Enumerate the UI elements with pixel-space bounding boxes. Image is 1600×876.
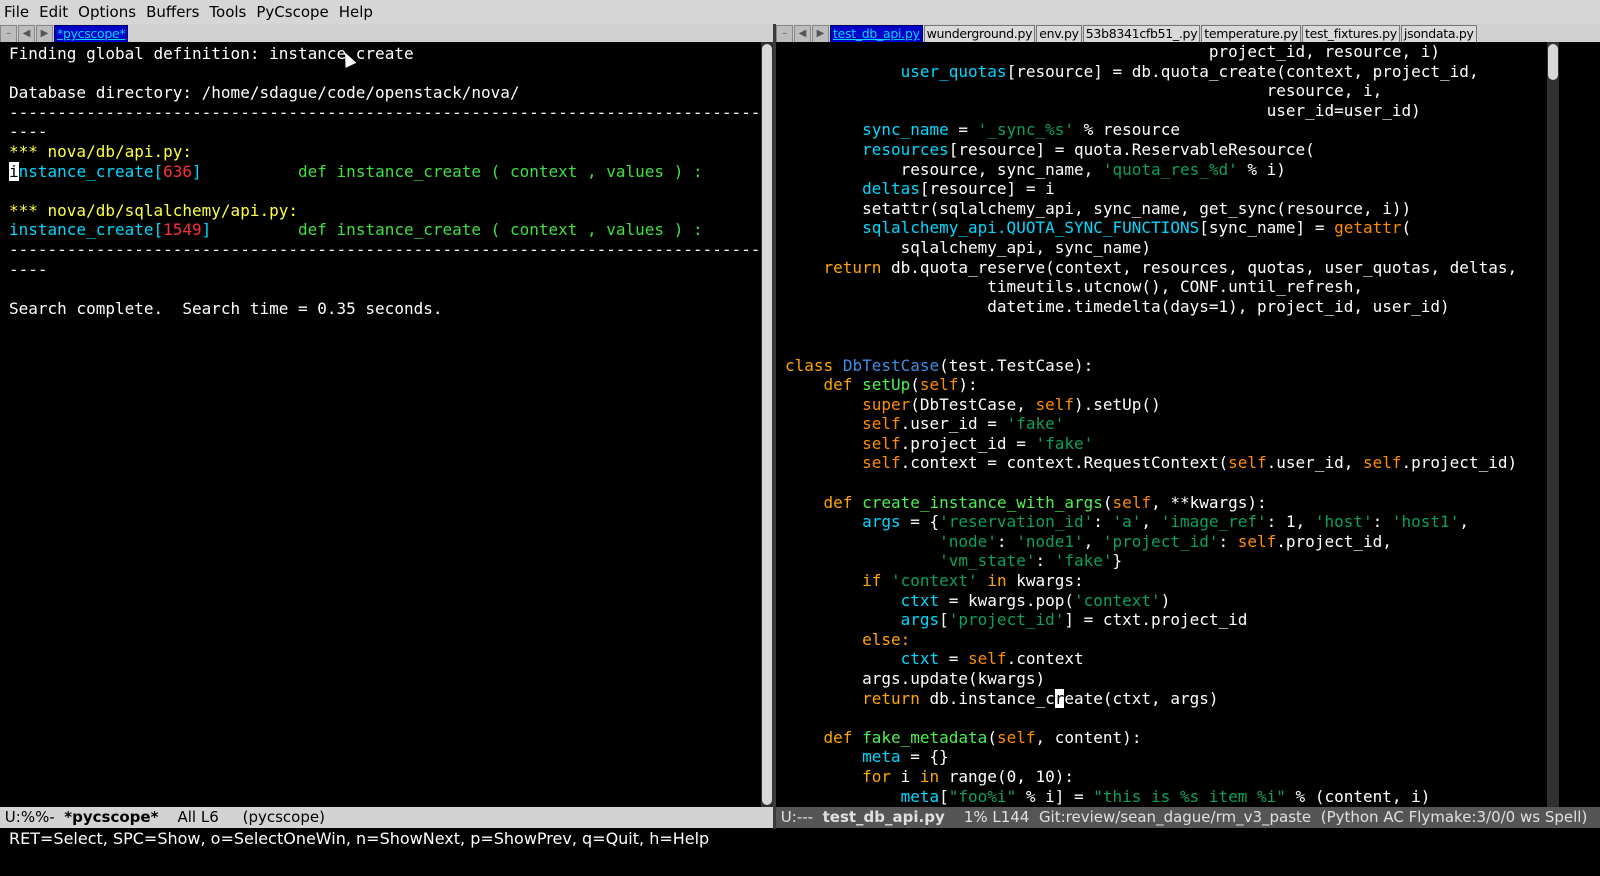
result-symbol: instance_create — [9, 220, 154, 240]
result-file-heading[interactable]: *** nova/db/api.py: — [9, 142, 192, 161]
tabbar-prev-icon[interactable]: ◀ — [18, 25, 35, 42]
left-scrollbar[interactable] — [761, 42, 773, 807]
echo-area: RET=Select, SPC=Show, o=SelectOneWin, n=… — [9, 829, 710, 848]
result-definition: def instance_create ( context , values )… — [298, 161, 703, 181]
buffer-name[interactable]: test_db_api.py — [823, 808, 945, 826]
menu-tools[interactable]: Tools — [204, 0, 251, 24]
tab-53b8341cfb51[interactable]: 53b8341cfb51_.py — [1082, 25, 1201, 42]
result-definition: def instance_create ( context , values )… — [298, 220, 703, 240]
tabbar-prev-icon[interactable]: ◀ — [794, 25, 811, 42]
menu-options[interactable]: Options — [73, 0, 141, 24]
tabbar-next-icon[interactable]: ▶ — [36, 25, 53, 42]
tab-temperature[interactable]: temperature.py — [1201, 25, 1301, 42]
tab-pycscope[interactable]: *pycscope* — [54, 25, 129, 42]
text-cursor: r — [1054, 688, 1065, 708]
search-status: Search complete. Search time = 0.35 seco… — [9, 298, 443, 318]
left-tab-bar: – ◀ ▶ *pycscope* — [0, 24, 773, 42]
menu-buffers[interactable]: Buffers — [141, 0, 204, 24]
menu-bar: File Edit Options Buffers Tools PyCscope Help — [0, 0, 1600, 24]
tabbar-minus-icon[interactable]: – — [0, 25, 17, 42]
result-file-heading[interactable]: *** nova/db/sqlalchemy/api.py: — [9, 201, 298, 220]
scrollbar-thumb[interactable] — [762, 44, 772, 805]
menu-edit[interactable]: Edit — [34, 0, 73, 24]
tab-env[interactable]: env.py — [1036, 25, 1082, 42]
tab-test-db-api[interactable]: test_db_api.py — [830, 25, 923, 42]
scrollbar-thumb[interactable] — [1548, 44, 1558, 80]
fold-marker: ---- — [9, 122, 48, 142]
result-line-number: 1549 — [163, 220, 202, 240]
source-code[interactable]: project_id, resource, i) user_quotas[res… — [776, 42, 1546, 806]
tab-wunderground[interactable]: wunderground.py — [923, 25, 1036, 42]
left-mode-line: U:%%- *pycscope* All L6 (pycscope) — [0, 807, 773, 828]
menu-file[interactable]: File — [0, 0, 34, 24]
tab-test-fixtures[interactable]: test_fixtures.py — [1301, 25, 1400, 42]
separator-line: ----------------------------------------… — [9, 102, 760, 122]
menu-pycscope[interactable]: PyCscope — [251, 0, 333, 24]
tabbar-next-icon[interactable]: ▶ — [812, 25, 829, 42]
tabbar-minus-icon[interactable]: – — [776, 25, 793, 42]
buffer-name[interactable]: *pycscope* — [64, 808, 158, 826]
result-line-number: 636 — [163, 161, 193, 181]
menu-help[interactable]: Help — [334, 0, 378, 24]
result-symbol: instance_create — [9, 161, 154, 181]
result-line[interactable]: instance_create[1549] def instance_creat… — [9, 220, 703, 239]
right-scrollbar[interactable] — [1547, 42, 1559, 807]
right-mode-line: U:--- test_db_api.py 1% L144 Git:review/… — [776, 807, 1600, 828]
pycscope-results-pane[interactable]: Finding global definition: instance_crea… — [0, 42, 760, 807]
right-tab-bar: – ◀ ▶ test_db_api.py wunderground.py env.py 53… — [776, 24, 1600, 42]
separator-line: ----------------------------------------… — [9, 239, 760, 259]
result-line[interactable]: instance_create[636] def instance_create… — [9, 161, 703, 181]
source-editor-pane[interactable]: project_id, resource, i) user_quotas[res… — [776, 42, 1546, 807]
database-directory: Database directory: /home/sdague/code/op… — [9, 83, 520, 103]
tab-jsondata[interactable]: jsondata.py — [1400, 25, 1477, 42]
text-cursor: i — [9, 161, 19, 181]
fold-marker: ---- — [9, 259, 48, 279]
